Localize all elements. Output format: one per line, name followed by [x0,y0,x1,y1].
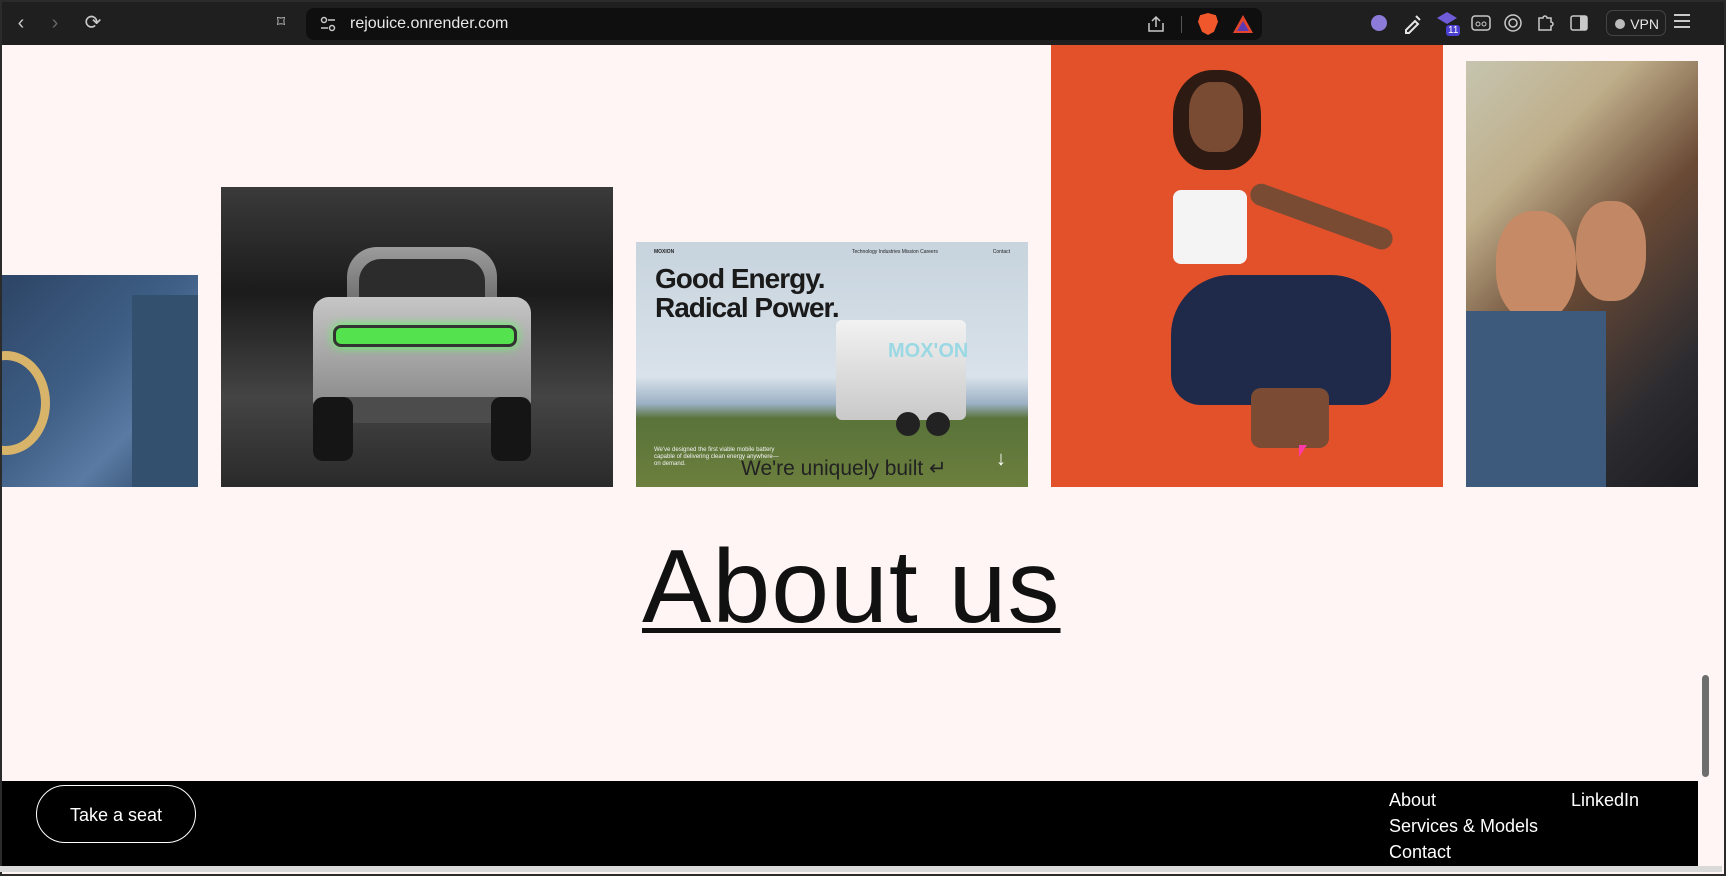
back-icon[interactable]: ‹ [10,12,32,34]
scrollbar-thumb[interactable] [1702,675,1709,777]
trailer-logo: MOX'ON [888,340,969,362]
address-bar[interactable]: rejouice.onrender.com [306,8,1262,40]
url-text[interactable]: rejouice.onrender.com [350,15,508,33]
mouse-cursor-icon [1299,445,1307,457]
scrollbar-track[interactable] [1698,45,1724,781]
gallery-card-group[interactable] [1466,61,1698,487]
extension-icon[interactable]: 11 [1436,10,1461,36]
page-content: MOXION Technology Industries Mission Car… [2,45,1698,781]
footer-nav: About Services & Models Contact [1389,787,1538,865]
footer-link-about[interactable]: About [1389,787,1538,813]
bookmark-icon[interactable]: ⌑ [270,12,292,34]
vpn-button[interactable]: VPN [1606,10,1666,36]
browser-window: ‹ › ⟳ ⌑ rejouice.onrender.com 11 VPN MOX… [2,2,1724,874]
footer-link-contact[interactable]: Contact [1389,839,1538,865]
about-us-link[interactable]: About us [642,527,1061,647]
headline-line-1: Good Energy. [655,263,825,294]
extension-badge: 11 [1446,25,1461,36]
forward-icon[interactable]: › [44,12,66,34]
moxion-brand: MOXION [654,249,675,255]
electric-truck-image [313,247,531,462]
reader-mode-icon[interactable] [1470,12,1492,34]
divider [1181,16,1182,33]
headline-line-2: Radical Power. [655,292,840,323]
moxion-headline: Good Energy. Radical Power. [655,263,840,323]
take-a-seat-button[interactable]: Take a seat [36,785,196,843]
ring-image [2,351,50,455]
moxion-nav: MOXION Technology Industries Mission Car… [654,249,1010,259]
brave-rewards-icon[interactable] [1232,14,1254,34]
footer-link-services[interactable]: Services & Models [1389,813,1538,839]
gallery-card-portrait[interactable] [1051,45,1443,487]
reload-icon[interactable]: ⟳ [82,12,104,34]
woman-photo [1111,70,1411,460]
sidebar-toggle-icon[interactable] [1568,12,1590,34]
window-bottom-edge [0,866,1722,872]
footer-link-linkedin[interactable]: LinkedIn [1571,787,1639,813]
arrow-down-icon: ↓ [996,448,1006,470]
vpn-label: VPN [1630,16,1659,32]
site-settings-icon[interactable] [320,16,336,32]
moxion-contact: Contact [992,249,1010,255]
gallery-card-moxion[interactable]: MOXION Technology Industries Mission Car… [636,242,1028,487]
brave-shields-icon[interactable] [1198,13,1218,35]
footer: Take a seat About Services & Models Cont… [2,781,1698,868]
target-icon[interactable] [1502,12,1524,34]
battery-trailer-image: MOX'ON [836,320,969,436]
menu-icon[interactable] [1674,14,1690,32]
led-light-bar [333,325,517,347]
share-icon[interactable] [1146,14,1166,34]
vpn-status-icon [1615,19,1625,29]
moxion-nav-links: Technology Industries Mission Careers [852,249,938,255]
gallery-card-truck[interactable] [221,187,613,487]
eyedropper-icon[interactable] [1402,12,1424,34]
extensions-puzzle-icon[interactable] [1534,12,1556,34]
gallery-card-jewelry[interactable] [2,275,198,487]
image-shape [132,295,198,487]
gallery-caption: We're uniquely built ↵ [741,457,947,480]
extension-icon[interactable] [1368,12,1390,34]
browser-toolbar: ‹ › ⟳ ⌑ rejouice.onrender.com 11 VPN [2,2,1724,45]
